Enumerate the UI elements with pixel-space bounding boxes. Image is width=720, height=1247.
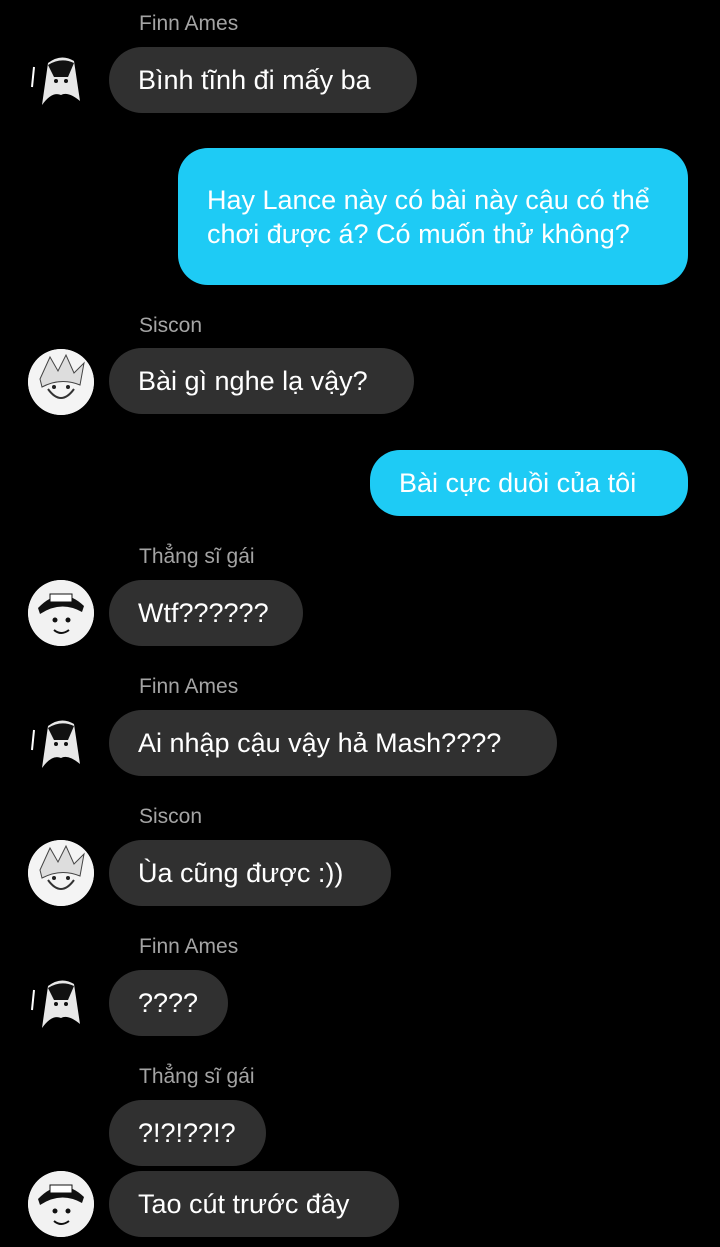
message-text: Wtf?????? (138, 598, 269, 628)
finn-ames-avatar[interactable] (28, 710, 94, 776)
sender-name: Finn Ames (139, 12, 239, 35)
message-text: Bình tĩnh đi mấy ba (138, 65, 371, 95)
message-bubble[interactable]: ???? (109, 970, 228, 1036)
message-bubble[interactable]: Bài gì nghe lạ vậy? (109, 348, 414, 414)
chat-thread[interactable]: Finn Ames Bình tĩnh đi mấy ba Hay Lance … (0, 0, 720, 1247)
outgoing-message-bubble[interactable]: Hay Lance này có bài này cậu có thể chơi… (178, 148, 688, 285)
message-text: ?!?!??!? (138, 1118, 236, 1148)
message-bubble[interactable]: Wtf?????? (109, 580, 303, 646)
message-text: Tao cút trước đây (138, 1189, 350, 1219)
thang-si-gai-avatar[interactable] (28, 580, 94, 646)
message-text: ???? (138, 988, 199, 1018)
message-bubble[interactable]: Ùa cũng được :)) (109, 840, 391, 906)
message-text: Ùa cũng được :)) (138, 858, 344, 888)
thang-si-gai-avatar[interactable] (28, 1171, 94, 1237)
outgoing-message-bubble[interactable]: Bài cực duồi của tôi (370, 450, 688, 516)
message-bubble[interactable]: Bình tĩnh đi mấy ba (109, 47, 417, 113)
siscon-avatar[interactable] (28, 840, 94, 906)
message-text: Bài gì nghe lạ vậy? (138, 366, 368, 396)
siscon-avatar[interactable] (28, 349, 94, 415)
message-text: Hay Lance này có bài này cậu có thể chơi… (207, 184, 650, 249)
sender-name: Thẳng sĩ gái (139, 1065, 255, 1088)
sender-name: Finn Ames (139, 935, 239, 958)
message-bubble[interactable]: ?!?!??!? (109, 1100, 266, 1166)
message-text: Ai nhập cậu vậy hả Mash???? (138, 728, 502, 758)
sender-name: Siscon (139, 805, 203, 828)
sender-name: Thẳng sĩ gái (139, 545, 255, 568)
finn-ames-avatar[interactable] (28, 970, 94, 1036)
finn-ames-avatar[interactable] (28, 47, 94, 113)
sender-name: Finn Ames (139, 675, 239, 698)
message-bubble[interactable]: Ai nhập cậu vậy hả Mash???? (109, 710, 557, 776)
message-text: Bài cực duồi của tôi (399, 468, 637, 498)
message-bubble[interactable]: Tao cút trước đây (109, 1171, 399, 1237)
sender-name: Siscon (139, 314, 203, 337)
